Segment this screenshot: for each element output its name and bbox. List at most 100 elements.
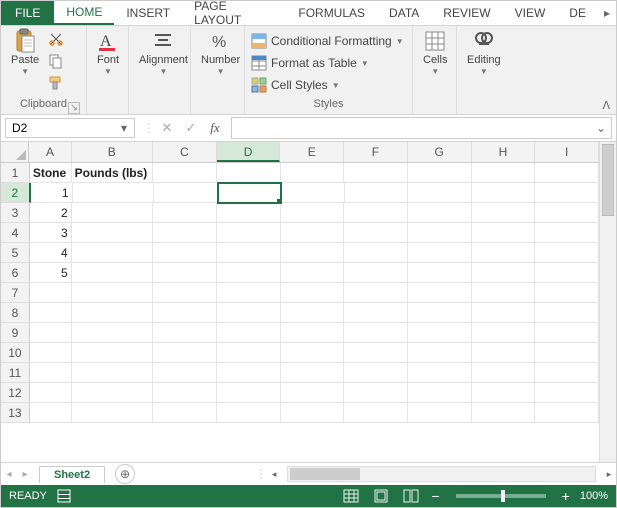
cell[interactable] bbox=[472, 303, 536, 323]
editing-button[interactable]: Editing▼ bbox=[461, 28, 507, 76]
cell[interactable] bbox=[281, 303, 345, 323]
enter-formula-button[interactable]: ✓ bbox=[179, 118, 203, 138]
row-header[interactable]: 13 bbox=[1, 403, 30, 423]
cell[interactable] bbox=[72, 243, 154, 263]
cell[interactable] bbox=[344, 203, 408, 223]
cell[interactable] bbox=[72, 283, 154, 303]
cell[interactable] bbox=[72, 403, 154, 423]
alignment-button[interactable]: Alignment▼ bbox=[133, 28, 194, 76]
scrollbar-thumb[interactable] bbox=[290, 468, 360, 480]
cell[interactable] bbox=[281, 203, 345, 223]
format-as-table-button[interactable]: Format as Table ▼ bbox=[249, 52, 371, 74]
collapse-ribbon-icon[interactable]: ᐱ bbox=[602, 99, 610, 112]
cell[interactable] bbox=[217, 163, 281, 183]
cell[interactable] bbox=[72, 203, 154, 223]
cell[interactable] bbox=[281, 403, 345, 423]
cell[interactable]: 1 bbox=[31, 183, 73, 203]
cell[interactable] bbox=[472, 403, 536, 423]
row-header[interactable]: 11 bbox=[1, 363, 30, 383]
row-header[interactable]: 4 bbox=[1, 223, 30, 243]
cell[interactable] bbox=[344, 323, 408, 343]
cell[interactable] bbox=[153, 383, 217, 403]
cell[interactable] bbox=[344, 343, 408, 363]
dialog-launcher-icon[interactable]: ↘ bbox=[68, 102, 80, 114]
cell[interactable] bbox=[72, 303, 154, 323]
cancel-formula-button[interactable]: ✕ bbox=[155, 118, 179, 138]
row-header[interactable]: 8 bbox=[1, 303, 30, 323]
sheet-tab-active[interactable]: Sheet2 bbox=[39, 466, 105, 483]
cell[interactable] bbox=[153, 343, 217, 363]
cell[interactable] bbox=[30, 303, 72, 323]
add-sheet-button[interactable]: ⊕ bbox=[115, 464, 135, 484]
cell[interactable] bbox=[281, 363, 345, 383]
sheet-nav-prev[interactable]: ◂ bbox=[1, 466, 17, 482]
cell[interactable] bbox=[281, 183, 345, 203]
cell[interactable] bbox=[153, 363, 217, 383]
cell[interactable] bbox=[408, 263, 472, 283]
cell[interactable] bbox=[153, 403, 217, 423]
cell[interactable] bbox=[218, 183, 282, 203]
cell[interactable] bbox=[535, 283, 599, 303]
cell[interactable] bbox=[408, 283, 472, 303]
cell[interactable] bbox=[344, 243, 408, 263]
cell[interactable] bbox=[217, 283, 281, 303]
cell[interactable] bbox=[408, 403, 472, 423]
cell[interactable] bbox=[408, 323, 472, 343]
chevron-down-icon[interactable]: ▾ bbox=[116, 121, 132, 135]
column-header[interactable]: A bbox=[29, 142, 71, 162]
hscroll-right[interactable]: ▸ bbox=[602, 467, 616, 481]
cell[interactable] bbox=[535, 303, 599, 323]
cell[interactable] bbox=[344, 403, 408, 423]
tab-data[interactable]: DATA bbox=[377, 1, 431, 25]
cell[interactable]: Pounds (lbs) bbox=[72, 163, 154, 183]
row-header[interactable]: 5 bbox=[1, 243, 30, 263]
cell[interactable] bbox=[408, 163, 472, 183]
cell[interactable] bbox=[472, 243, 536, 263]
name-box[interactable]: D2 ▾ bbox=[5, 118, 135, 138]
cell[interactable] bbox=[408, 243, 472, 263]
cell[interactable] bbox=[30, 283, 72, 303]
cell[interactable] bbox=[153, 283, 217, 303]
cell[interactable] bbox=[72, 323, 154, 343]
paste-button[interactable]: Paste ▼ bbox=[5, 28, 45, 76]
zoom-out-button[interactable]: − bbox=[431, 489, 439, 503]
cell[interactable] bbox=[72, 383, 154, 403]
tab-home[interactable]: HOME bbox=[54, 1, 114, 25]
cell[interactable] bbox=[535, 383, 599, 403]
tab-insert[interactable]: INSERT bbox=[114, 1, 182, 25]
cell[interactable] bbox=[217, 223, 281, 243]
cell[interactable] bbox=[153, 223, 217, 243]
cell[interactable] bbox=[472, 183, 536, 203]
cell[interactable] bbox=[472, 343, 536, 363]
cell[interactable] bbox=[535, 403, 599, 423]
tab-view[interactable]: VIEW bbox=[503, 1, 558, 25]
zoom-in-button[interactable]: + bbox=[562, 489, 570, 503]
select-all-corner[interactable] bbox=[1, 142, 29, 162]
cell[interactable] bbox=[153, 303, 217, 323]
cell[interactable] bbox=[73, 183, 154, 203]
tab-developer-truncated[interactable]: DE bbox=[557, 1, 598, 25]
cell[interactable]: 5 bbox=[30, 263, 72, 283]
cell[interactable] bbox=[217, 263, 281, 283]
font-button[interactable]: A Font▼ bbox=[91, 28, 125, 76]
row-header[interactable]: 7 bbox=[1, 283, 30, 303]
cell[interactable]: 2 bbox=[30, 203, 72, 223]
cell[interactable] bbox=[72, 343, 154, 363]
cell[interactable] bbox=[408, 223, 472, 243]
cell[interactable] bbox=[153, 243, 217, 263]
cell[interactable] bbox=[408, 343, 472, 363]
cell[interactable] bbox=[30, 343, 72, 363]
column-header[interactable]: H bbox=[472, 142, 536, 162]
cell[interactable]: 3 bbox=[30, 223, 72, 243]
cell[interactable] bbox=[281, 243, 345, 263]
cell[interactable] bbox=[281, 343, 345, 363]
conditional-formatting-button[interactable]: Conditional Formatting ▼ bbox=[249, 30, 406, 52]
cell[interactable] bbox=[535, 183, 599, 203]
tab-file[interactable]: FILE bbox=[1, 1, 54, 25]
view-page-break-button[interactable] bbox=[401, 488, 421, 504]
cell[interactable] bbox=[408, 363, 472, 383]
cell[interactable] bbox=[472, 323, 536, 343]
hscroll-left[interactable]: ◂ bbox=[267, 467, 281, 481]
column-header[interactable]: I bbox=[535, 142, 599, 162]
cells-button[interactable]: Cells▼ bbox=[417, 28, 453, 76]
